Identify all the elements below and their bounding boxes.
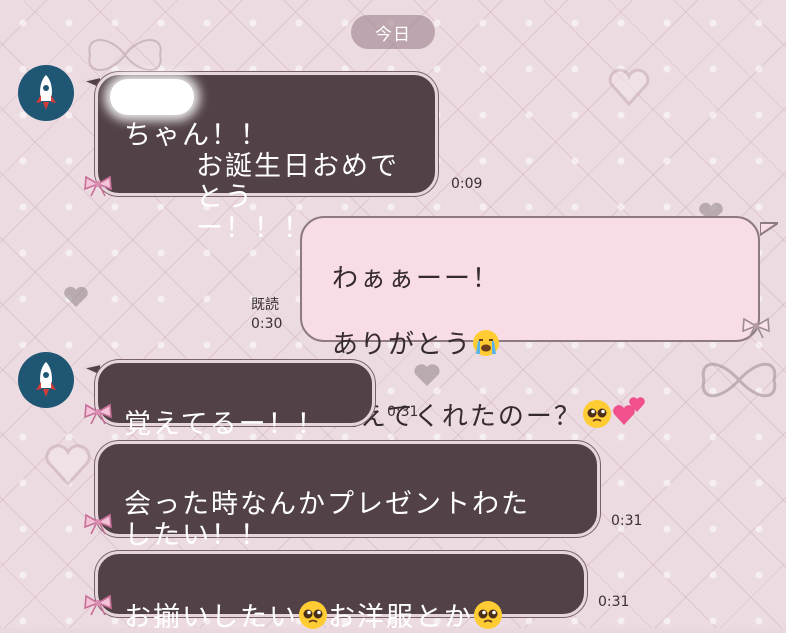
ribbon-bow-icon — [84, 594, 112, 616]
message-bubble[interactable]: お揃いしたい お洋服とか — [95, 551, 587, 633]
message-time: 0:31 — [387, 404, 419, 420]
message-line: わぁぁーー！ — [332, 264, 501, 294]
two-hearts-emoji — [613, 397, 645, 425]
ribbon-bow-icon — [84, 175, 112, 197]
bubble-tail — [760, 222, 778, 237]
sender-avatar[interactable] — [18, 352, 74, 408]
small-heart-decoration-icon — [64, 286, 88, 307]
message-text-part-2: お洋服とか — [328, 602, 473, 633]
message-text: 覚えてるー！！ — [124, 409, 326, 440]
pleading-face-emoji — [582, 400, 611, 428]
read-label: 既読 — [251, 297, 279, 313]
message-bubble[interactable]: わぁぁーー！ ありがとう 覚えてくれたのー？ — [300, 216, 760, 432]
rocket-icon — [36, 75, 56, 110]
message-time: 0:31 — [611, 513, 643, 529]
sender-avatar[interactable] — [18, 65, 74, 121]
message-time: 0:09 — [451, 176, 483, 192]
message-time: 0:31 — [598, 594, 630, 610]
message-bubble[interactable]: 会った時なんかプレゼントわた したい！！ — [95, 441, 600, 551]
redacted-name — [110, 79, 194, 115]
message-bubble[interactable]: 覚えてるー！！ — [95, 360, 375, 440]
ribbon-bow-icon — [84, 513, 112, 535]
ribbon-bow-icon — [742, 317, 770, 339]
message-line-2: ありがとう — [332, 329, 738, 362]
message-text-part: お揃いしたい — [124, 602, 298, 633]
ribbon-bow-icon — [84, 403, 112, 425]
heart-decoration-icon — [608, 68, 650, 107]
pleading-face-emoji — [299, 601, 327, 629]
read-receipt: 既読 0:30 — [251, 296, 282, 334]
date-separator: 今日 — [351, 15, 435, 49]
heart-decoration-icon — [45, 444, 91, 487]
loudly-crying-face-emoji — [473, 330, 500, 356]
rocket-icon — [36, 362, 56, 397]
pleading-face-emoji — [474, 601, 502, 629]
message-time: 0:30 — [251, 316, 283, 332]
